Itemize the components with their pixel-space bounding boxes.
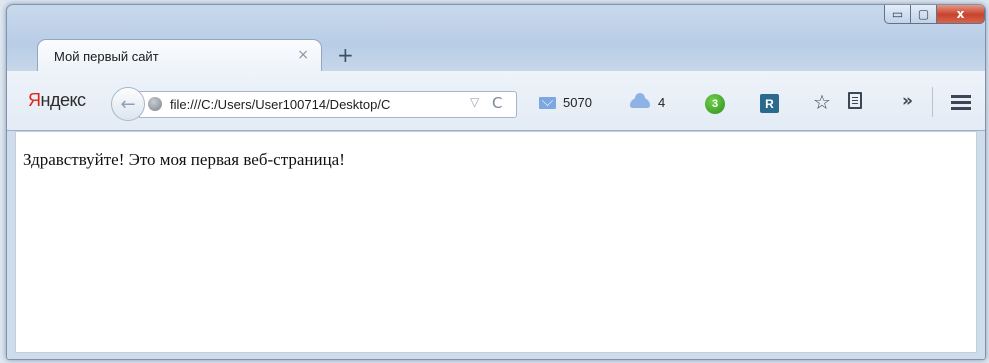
hamburger-menu-icon[interactable] [951, 95, 971, 98]
page-body-text: Здравствуйте! Это моя первая веб-страниц… [23, 150, 345, 169]
bookmark-star-icon[interactable]: ☆ [813, 90, 831, 114]
browser-window: ▭ ▢ x Мой первый сайт × + Яндекс file://… [6, 4, 986, 360]
logo-first-letter: Я [28, 90, 41, 110]
toolbar-divider [932, 87, 933, 117]
cloud-count: 4 [658, 95, 666, 110]
logo-rest: ндекс [40, 90, 87, 110]
tab-close-icon[interactable]: × [297, 47, 309, 63]
reload-icon[interactable]: C [492, 94, 502, 112]
tab-title: Мой первый сайт [54, 49, 159, 64]
overflow-chevron-icon[interactable]: » [902, 91, 913, 111]
globe-icon [148, 97, 162, 111]
green-extension-icon[interactable]: 3 [705, 94, 725, 114]
mail-button[interactable]: 5070 [539, 95, 592, 110]
reading-list-icon[interactable] [848, 92, 862, 109]
mail-count: 5070 [563, 95, 592, 110]
address-bar[interactable]: file:///C:/Users/User100714/Desktop/C ▽ … [139, 91, 517, 118]
back-button[interactable]: ← [111, 87, 145, 121]
cloud-button[interactable]: 4 [630, 92, 666, 110]
mail-icon [539, 96, 556, 109]
cloud-icon [630, 92, 650, 108]
page-content: Здравствуйте! Это моя первая веб-страниц… [15, 131, 977, 353]
back-arrow-icon: ← [120, 93, 136, 115]
new-tab-button[interactable]: + [337, 43, 354, 67]
address-input[interactable]: file:///C:/Users/User100714/Desktop/C [170, 97, 458, 112]
yandex-logo[interactable]: Яндекс [28, 90, 86, 111]
r-extension-icon[interactable]: R [760, 94, 779, 113]
navigation-toolbar: Яндекс file:///C:/Users/User100714/Deskt… [7, 71, 985, 131]
tab-strip: Мой первый сайт × + [7, 5, 985, 71]
history-dropdown-icon[interactable]: ▽ [470, 95, 479, 109]
tab-active[interactable]: Мой первый сайт × [37, 39, 322, 71]
